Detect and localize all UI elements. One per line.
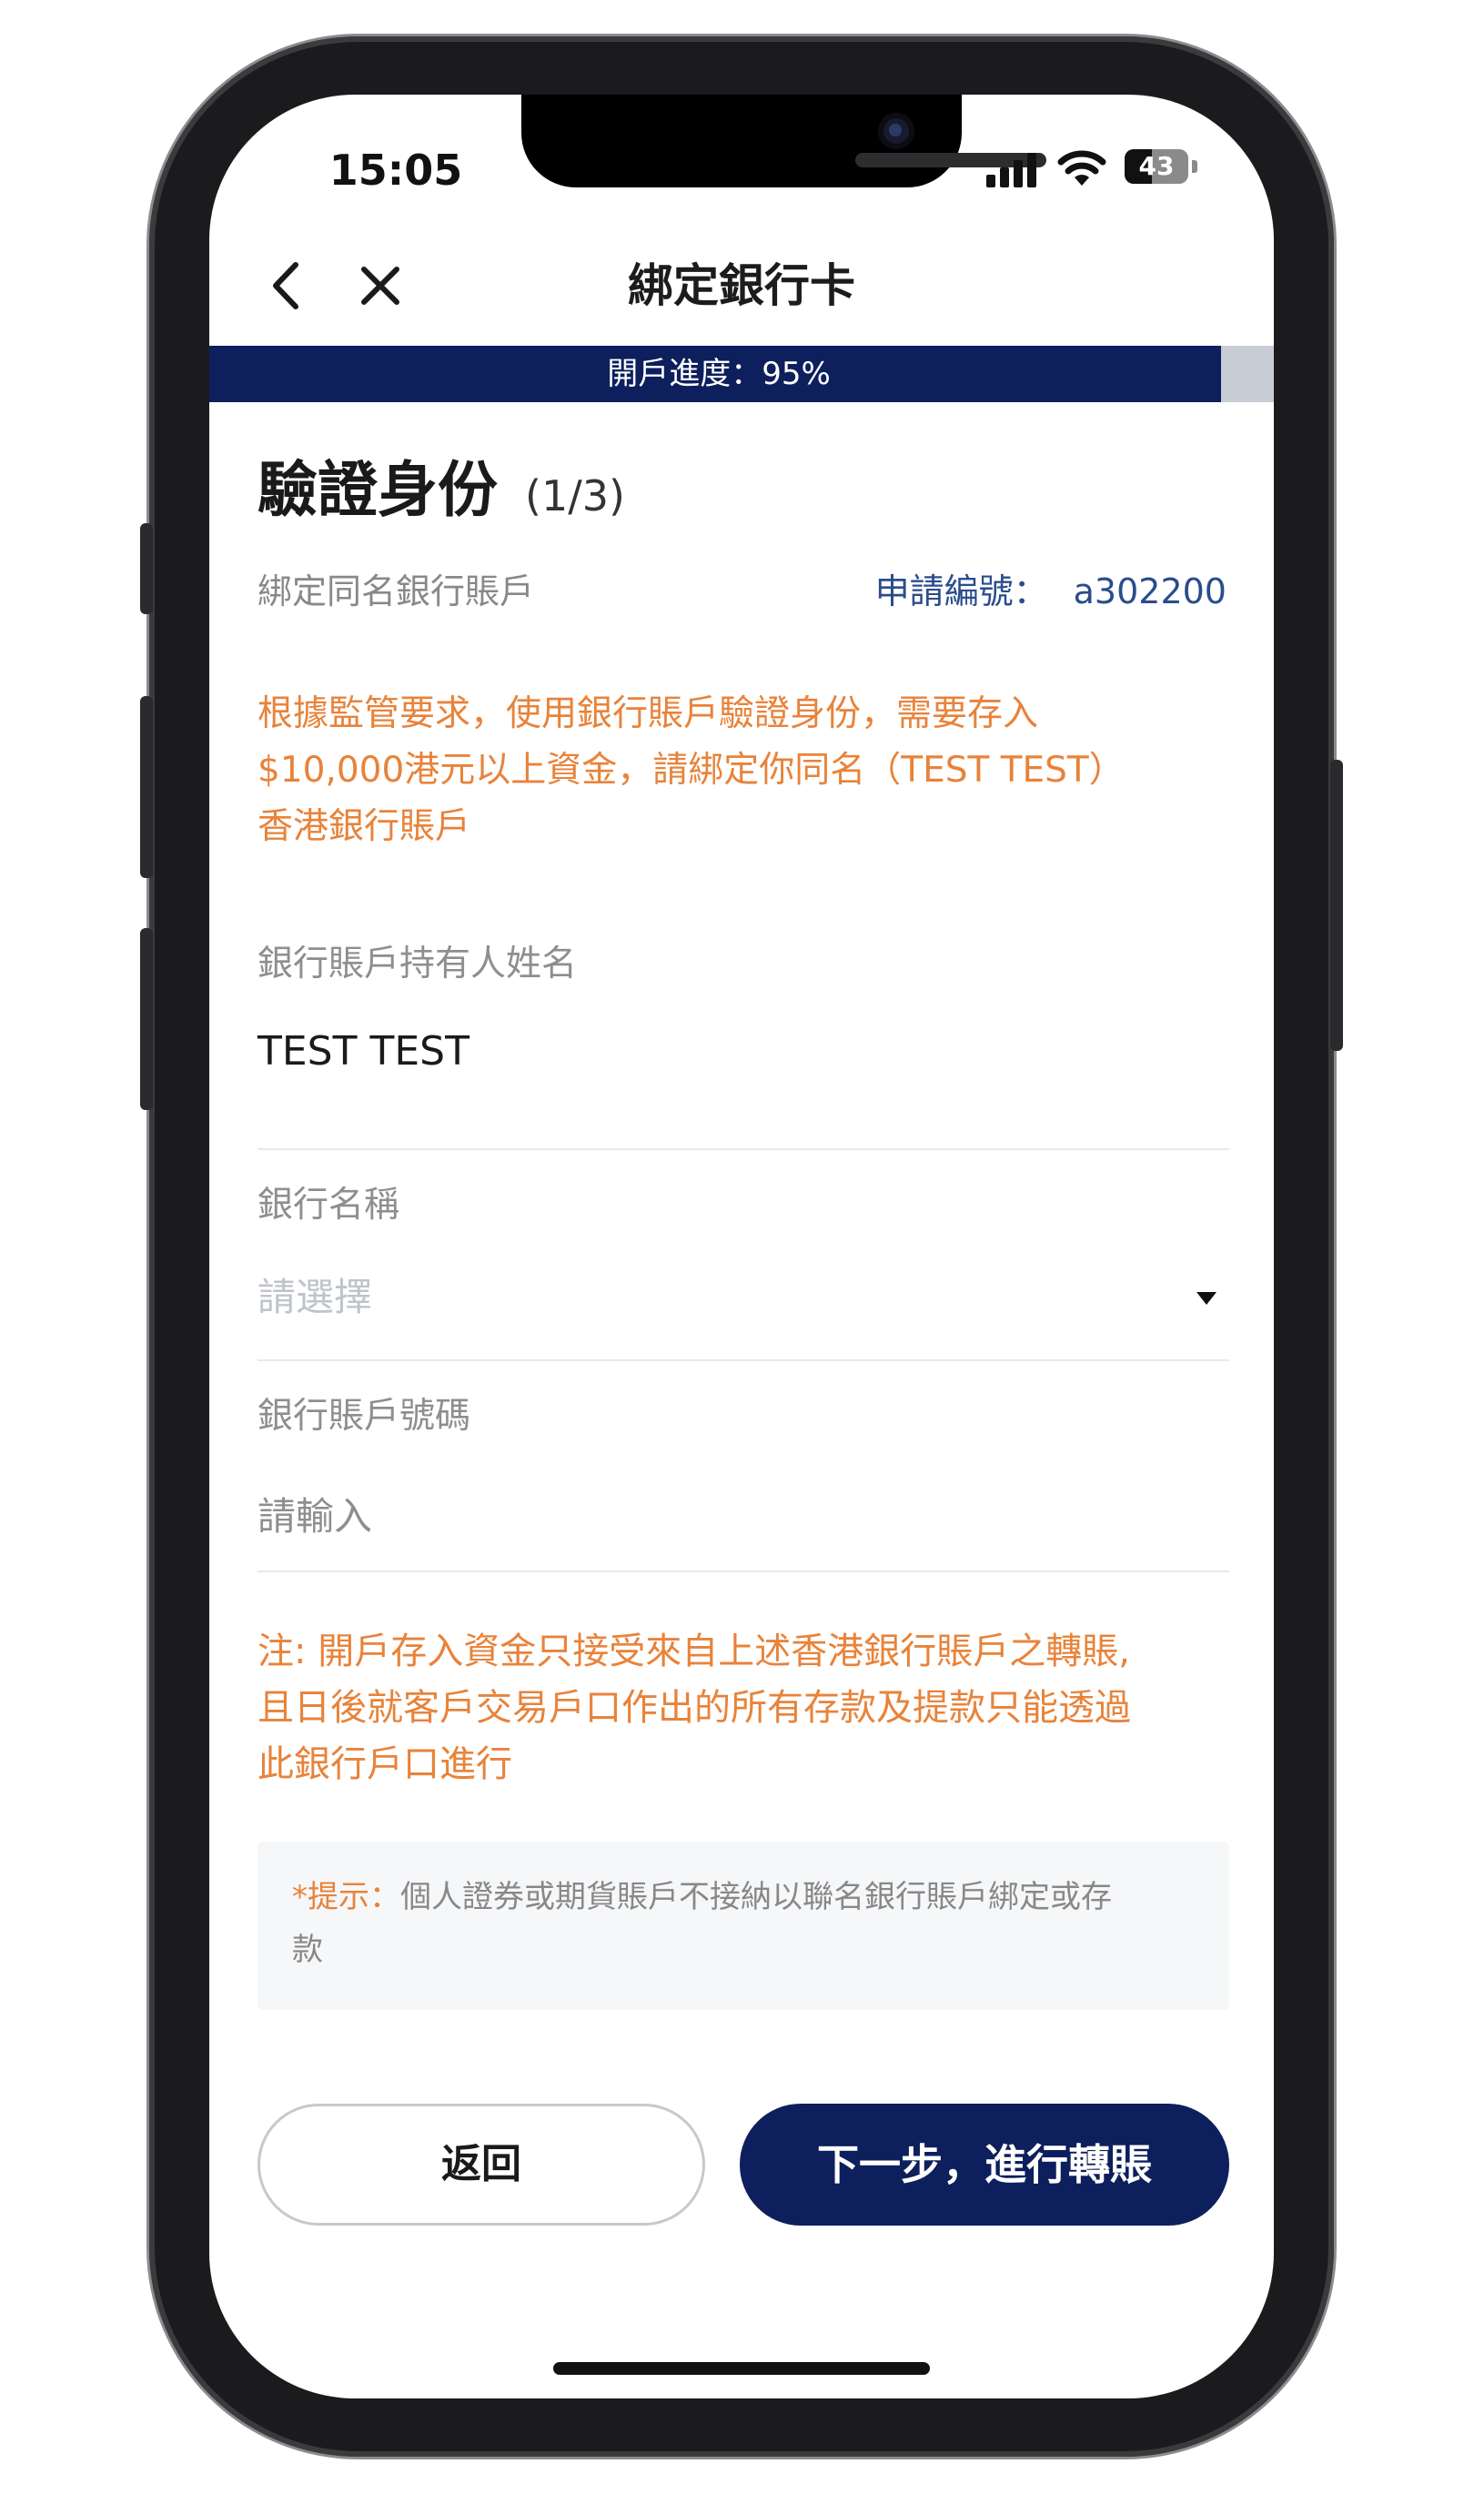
cellular-signal-icon [986, 151, 1041, 187]
front-camera-icon [878, 113, 914, 149]
account-number-input[interactable] [257, 1489, 1167, 1543]
application-number-label: 申請編號： [874, 571, 1048, 611]
bank-name-label: 銀行名稱 [257, 1185, 400, 1226]
page-subtitle: 綁定同名銀行賬戶 [257, 571, 535, 611]
account-number-label: 銀行賬戶號碼 [257, 1396, 471, 1437]
battery-cap [1192, 160, 1197, 173]
hint-box: *提示：個人證券或期貨賬戶不接納以聯名銀行賬戶綁定或存 款 [257, 1842, 1229, 2010]
notch [521, 95, 962, 187]
application-number: 申請編號： a302200 [875, 566, 1227, 617]
back-button[interactable]: 返回 [257, 2104, 705, 2226]
transfer-note: 注: 開戶存入資金只接受來自上述香港銀行賬戶之轉賬, 且日後就客戶交易戶口作出的… [257, 1623, 1236, 1792]
nav-title: 綁定銀行卡 [628, 259, 855, 312]
page-step: (1/3) [525, 471, 625, 520]
divider [257, 1148, 1229, 1150]
page-title-text: 驗證身份 [257, 455, 498, 525]
holder-name-value: TEST TEST [257, 1028, 469, 1075]
power-button [1330, 760, 1343, 1051]
progress-label: 開戶進度：95% [607, 356, 831, 392]
chevron-left-icon[interactable] [259, 254, 314, 318]
battery-level: 43 [1138, 151, 1175, 181]
application-number-value: a302200 [1073, 571, 1227, 611]
close-icon[interactable] [353, 258, 408, 313]
notice-line: 香港銀行賬戶 [257, 806, 471, 847]
note-line: 此銀行戶口進行 [257, 1743, 512, 1785]
divider [257, 1359, 1229, 1361]
status-time: 15:05 [328, 146, 463, 195]
hint-text: *提示：個人證券或期貨賬戶不接納以聯名銀行賬戶綁定或存 款 [292, 1871, 1202, 1976]
holder-name-label: 銀行賬戶持有人姓名 [257, 944, 578, 984]
page-title: 驗證身份 (1/3) [257, 449, 625, 531]
phone-screen: 15:05 43 綁定銀行卡 開戶進度：95% 驗證身份 (1/3) 綁定同名銀行… [209, 95, 1274, 2398]
wifi-icon [1057, 150, 1106, 186]
volume-up-button [140, 696, 153, 878]
notice-line: 根據監管要求，使用銀行賬戶驗證身份，需要存入 [257, 693, 1039, 734]
caret-down-icon[interactable] [1196, 1292, 1216, 1305]
battery-icon: 43 [1125, 149, 1188, 184]
bank-name-select[interactable]: 請選擇 [257, 1270, 1229, 1325]
hint-line: 款 [292, 1932, 323, 1968]
note-line: 且日後就客戶交易戶口作出的所有存款及提款只能透過 [257, 1687, 1131, 1729]
mute-switch [140, 523, 153, 614]
note-line: 注: 開戶存入資金只接受來自上述香港銀行賬戶之轉賬, [257, 1631, 1130, 1672]
volume-down-button [140, 928, 153, 1110]
divider [257, 1570, 1229, 1572]
progress-bar: 開戶進度：95% [209, 346, 1274, 402]
home-indicator[interactable] [553, 2362, 930, 2375]
regulatory-notice: 根據監管要求，使用銀行賬戶驗證身份，需要存入 $10,000港元以上資金，請綁定… [257, 686, 1231, 855]
next-button[interactable]: 下一步，進行轉賬 [740, 2104, 1229, 2226]
hint-prefix: *提示： [292, 1879, 400, 1915]
hint-line: 個人證券或期貨賬戶不接納以聯名銀行賬戶綁定或存 [400, 1879, 1112, 1915]
notice-line: $10,000港元以上資金，請綁定你同名（TEST TEST） [257, 750, 1125, 791]
